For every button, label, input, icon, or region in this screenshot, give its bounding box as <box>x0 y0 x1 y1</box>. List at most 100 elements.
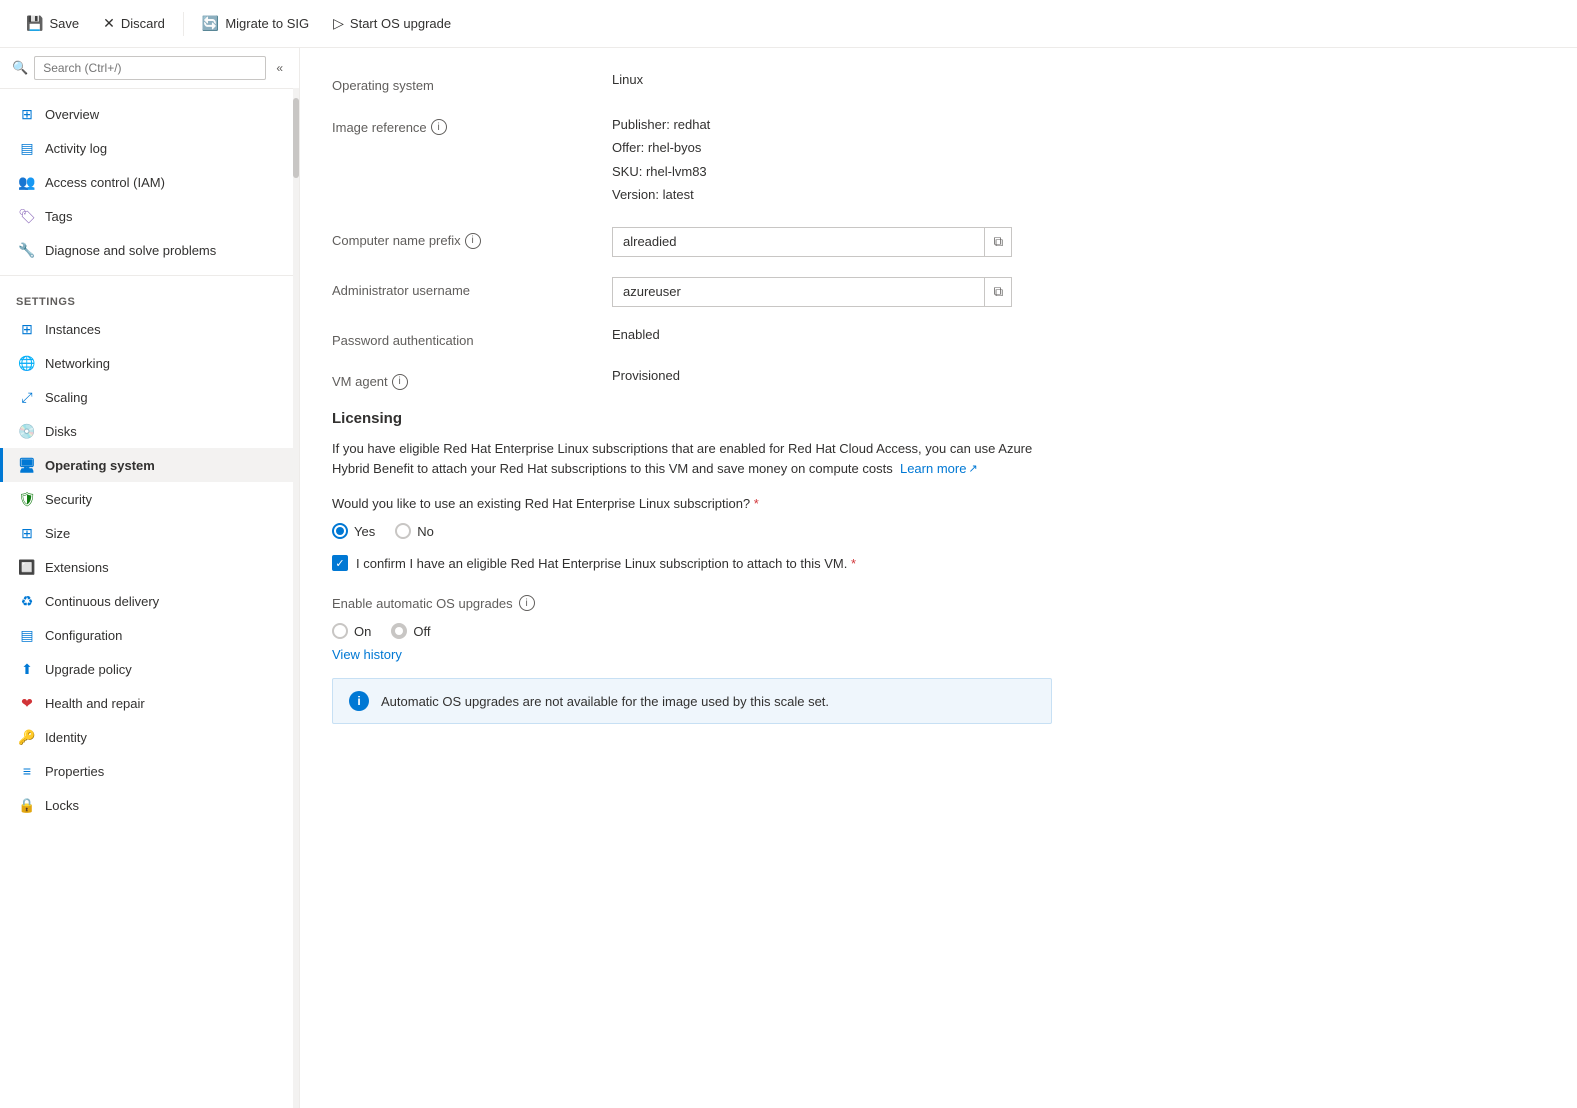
licensing-heading: Licensing <box>332 410 1545 427</box>
sidebar-item-size[interactable]: ⊞ Size <box>0 516 299 550</box>
upgrade-off-toggle[interactable]: Off <box>391 623 430 639</box>
sidebar-item-extensions[interactable]: 🔲 Extensions <box>0 550 299 584</box>
password-auth-value: Enabled <box>612 327 1545 342</box>
sidebar-item-label: Extensions <box>45 560 109 575</box>
migrate-icon: 🔄 <box>202 15 219 32</box>
admin-username-input[interactable] <box>613 278 984 305</box>
subscription-question-row: Would you like to use an existing Red Ha… <box>332 496 1545 511</box>
sidebar-item-label: Health and repair <box>45 696 145 711</box>
os-icon: 🖥 <box>19 457 35 473</box>
sidebar-item-instances[interactable]: ⊞ Instances <box>0 312 299 346</box>
sidebar-item-upgrade-policy[interactable]: ⬆ Upgrade policy <box>0 652 299 686</box>
overview-icon: ⊞ <box>19 106 35 122</box>
sidebar-item-label: Instances <box>45 322 101 337</box>
discard-icon: ✕ <box>103 15 115 32</box>
networking-icon: 🌐 <box>19 355 35 371</box>
computer-name-input[interactable] <box>613 228 984 255</box>
search-input[interactable] <box>34 56 266 80</box>
sidebar-item-configuration[interactable]: ▤ Configuration <box>0 618 299 652</box>
sidebar-item-disks[interactable]: 💿 Disks <box>0 414 299 448</box>
content-area: Operating system Linux Image reference i… <box>300 48 1577 1108</box>
no-radio-button[interactable] <box>395 523 411 539</box>
identity-icon: 🔑 <box>19 729 35 745</box>
image-ref-row: Image reference i Publisher: redhat Offe… <box>332 113 1545 207</box>
save-button[interactable]: 💾 Save <box>16 9 89 38</box>
view-history-link[interactable]: View history <box>332 647 402 662</box>
sidebar-item-operating-system[interactable]: 🖥 Operating system <box>0 448 299 482</box>
computer-name-copy-button[interactable]: ⧉ <box>984 228 1011 256</box>
version-row: Version: latest <box>612 183 1545 206</box>
admin-username-input-wrapper: ⧉ <box>612 277 1545 307</box>
learn-more-link[interactable]: Learn more ↗ <box>900 459 978 480</box>
sidebar-item-security[interactable]: 🛡 Security <box>0 482 299 516</box>
vm-agent-info-icon[interactable]: i <box>392 374 408 390</box>
sidebar-item-access-control[interactable]: 👥 Access control (IAM) <box>0 165 299 199</box>
no-radio-label[interactable]: No <box>395 523 434 539</box>
image-ref-label: Image reference i <box>332 113 612 135</box>
computer-name-label: Computer name prefix i <box>332 227 612 249</box>
sidebar-item-label: Networking <box>45 356 110 371</box>
scrollbar-thumb <box>293 98 299 178</box>
confirm-checkbox[interactable]: ✓ <box>332 555 348 571</box>
upgrade-on-radio[interactable] <box>332 623 348 639</box>
sidebar-item-activity-log[interactable]: ▤ Activity log <box>0 131 299 165</box>
upgrade-policy-icon: ⬆ <box>19 661 35 677</box>
sidebar-item-scaling[interactable]: ⤢ Scaling <box>0 380 299 414</box>
upgrade-off-radio[interactable] <box>391 623 407 639</box>
settings-section-header: Settings <box>0 284 299 312</box>
sidebar-item-label: Configuration <box>45 628 122 643</box>
toolbar: 💾 Save ✕ Discard 🔄 Migrate to SIG ▷ Star… <box>0 0 1577 48</box>
sidebar-item-label: Overview <box>45 107 99 122</box>
os-field-value: Linux <box>612 72 1545 87</box>
password-auth-row: Password authentication Enabled <box>332 327 1545 348</box>
sidebar-search-bar: 🔍 « <box>0 48 299 89</box>
sidebar-collapse-button[interactable]: « <box>272 57 287 79</box>
sidebar-nav: ⊞ Overview ▤ Activity log 👥 Access contr… <box>0 89 299 830</box>
confirm-text: I confirm I have an eligible Red Hat Ent… <box>356 556 856 571</box>
image-ref-info-icon[interactable]: i <box>431 119 447 135</box>
yes-radio-button[interactable] <box>332 523 348 539</box>
admin-username-copy-button[interactable]: ⧉ <box>984 278 1011 306</box>
upgrade-on-toggle[interactable]: On <box>332 623 371 639</box>
upgrade-info-icon[interactable]: i <box>519 595 535 611</box>
sidebar-item-label: Activity log <box>45 141 107 156</box>
upgrade-toggle-group: On Off <box>332 623 1545 639</box>
sidebar-item-locks[interactable]: 🔒 Locks <box>0 788 299 822</box>
sidebar-item-label: Identity <box>45 730 87 745</box>
vm-agent-row: VM agent i Provisioned <box>332 368 1545 390</box>
sidebar-item-overview[interactable]: ⊞ Overview <box>0 97 299 131</box>
confirm-required-star: * <box>851 556 856 571</box>
sidebar-item-label: Scaling <box>45 390 88 405</box>
vm-agent-value: Provisioned <box>612 368 1545 383</box>
computer-name-info-icon[interactable]: i <box>465 233 481 249</box>
sidebar-item-networking[interactable]: 🌐 Networking <box>0 346 299 380</box>
start-upgrade-button[interactable]: ▷ Start OS upgrade <box>323 9 461 38</box>
confirm-checkbox-label[interactable]: ✓ I confirm I have an eligible Red Hat E… <box>332 555 1545 571</box>
config-icon: ▤ <box>19 627 35 643</box>
sidebar-item-label: Upgrade policy <box>45 662 132 677</box>
os-upgrade-section: Enable automatic OS upgrades i On Off Vi… <box>332 595 1545 724</box>
size-icon: ⊞ <box>19 525 35 541</box>
migrate-sig-button[interactable]: 🔄 Migrate to SIG <box>192 9 319 38</box>
health-icon: ❤ <box>19 695 35 711</box>
sidebar-item-label: Disks <box>45 424 77 439</box>
sidebar-item-identity[interactable]: 🔑 Identity <box>0 720 299 754</box>
sidebar-item-health-repair[interactable]: ❤ Health and repair <box>0 686 299 720</box>
subscription-radio-group: Yes No <box>332 523 1545 539</box>
info-banner: i Automatic OS upgrades are not availabl… <box>332 678 1052 724</box>
external-link-icon: ↗ <box>968 461 977 479</box>
discard-button[interactable]: ✕ Discard <box>93 9 175 38</box>
extensions-icon: 🔲 <box>19 559 35 575</box>
sidebar-item-properties[interactable]: ≡ Properties <box>0 754 299 788</box>
yes-radio-label[interactable]: Yes <box>332 523 375 539</box>
scrollbar-track <box>293 88 299 1108</box>
sidebar-item-tags[interactable]: 🏷 Tags <box>0 199 299 233</box>
image-ref-value: Publisher: redhat Offer: rhel-byos SKU: … <box>612 113 1545 207</box>
sidebar-item-diagnose[interactable]: 🔧 Diagnose and solve problems <box>0 233 299 267</box>
tags-icon: 🏷 <box>19 208 35 224</box>
sidebar-item-continuous-delivery[interactable]: ♻ Continuous delivery <box>0 584 299 618</box>
admin-username-label: Administrator username <box>332 277 612 298</box>
sidebar-item-label: Operating system <box>45 458 155 473</box>
licensing-section: Licensing If you have eligible Red Hat E… <box>332 410 1545 572</box>
save-icon: 💾 <box>26 15 43 32</box>
